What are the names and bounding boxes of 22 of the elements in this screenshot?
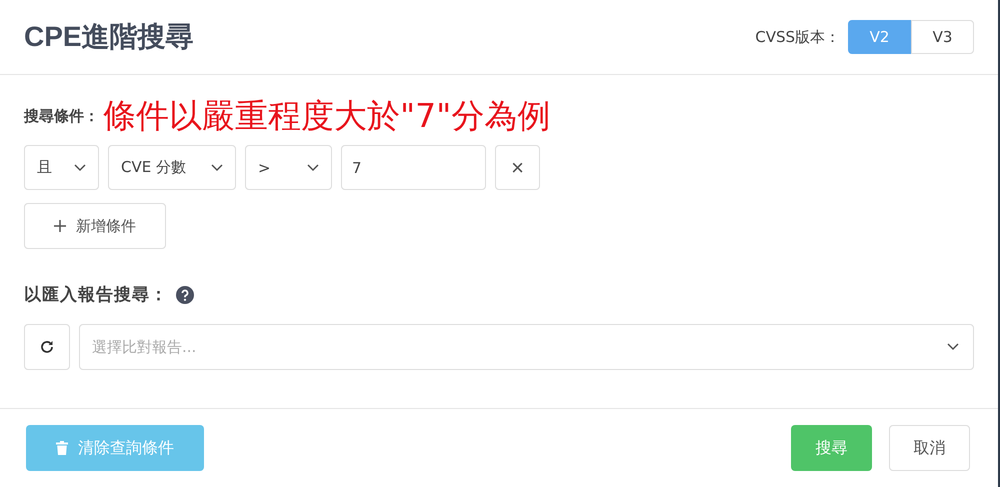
operator-select[interactable]: > — [245, 145, 332, 190]
plus-icon — [54, 220, 66, 232]
value-input[interactable]: 7 — [341, 145, 486, 190]
chevron-down-icon — [947, 343, 959, 351]
chevron-down-icon — [307, 164, 319, 172]
cvss-version-label: CVSS版本： — [755, 28, 840, 46]
logic-select[interactable]: 且 — [24, 145, 99, 190]
help-icon[interactable] — [176, 286, 194, 304]
dialog-title: CPE進階搜尋 — [24, 20, 194, 54]
annotation-text: 條件以嚴重程度大於"7"分為例 — [103, 97, 550, 135]
import-report-label: 以匯入報告搜尋： — [24, 284, 168, 306]
remove-condition-button[interactable]: × — [495, 145, 540, 190]
chevron-down-icon — [74, 164, 86, 172]
version-toggle[interactable]: V3 — [911, 20, 974, 54]
field-select[interactable]: CVE 分數 — [108, 145, 236, 190]
search-conditions-label: 搜尋條件： — [24, 106, 99, 126]
cancel-button[interactable]: 取消 — [889, 425, 970, 471]
refresh-icon — [39, 339, 55, 355]
chevron-down-icon — [211, 164, 223, 172]
trash-icon — [56, 441, 68, 455]
refresh-button[interactable] — [24, 324, 70, 370]
add-condition-button[interactable]: 新增條件 — [24, 203, 166, 249]
